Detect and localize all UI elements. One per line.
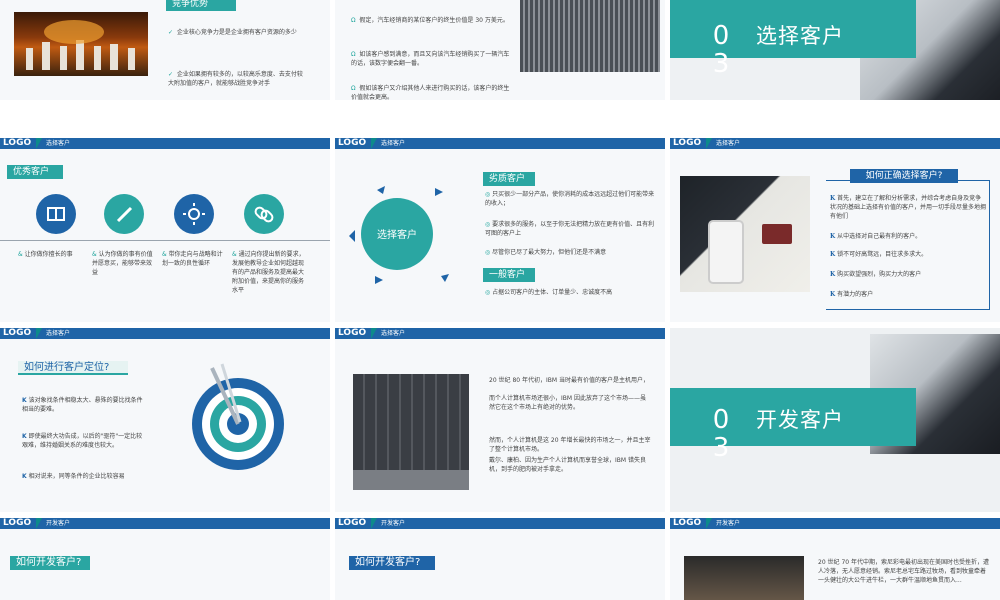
logo: LOGO bbox=[673, 518, 702, 528]
bar-accent bbox=[371, 138, 377, 149]
bar-accent bbox=[36, 328, 42, 339]
section-heading: 如何开发客户? bbox=[349, 556, 435, 570]
slide-thumb-1[interactable]: 竞争优势 ✓ 企业核心竞争力是是企业拥有客户资源的多少 ✓ 企业如果拥有较多的，… bbox=[0, 0, 330, 100]
target-icon bbox=[192, 363, 284, 470]
bullet-item: K 即使最终大功告成，以后的"驱符"一定比较艰难，维持婚姻关系的难度也较大。 bbox=[22, 433, 143, 449]
bullet-item: K 该对象找条件相稳太大、悬殊的要比找条件相当的要难。 bbox=[22, 397, 143, 413]
chess-image bbox=[14, 12, 148, 76]
slide-thumb-11[interactable]: LOGO 开发客户 如何开发客户? bbox=[335, 518, 665, 600]
bullet-item: ◎ 尽管你已尽了最大努力，但他们还是不满意 bbox=[485, 249, 607, 256]
book-icon bbox=[36, 194, 76, 234]
bullet-item: K 从中选择对自己最有利的客户。 bbox=[830, 233, 922, 240]
bar-accent bbox=[371, 328, 377, 339]
bullet-item: ◎ 只买很少一部分产品，使你消耗的成本远远超过他们可能带来的收入； bbox=[485, 191, 655, 207]
section-label: 开发客户 bbox=[46, 520, 71, 527]
timeline-line bbox=[0, 240, 330, 241]
header-bar: LOGO 选择客户 bbox=[0, 328, 330, 339]
paragraph: 戴尔、康柏、因为生产个人计算机而享誉全球，IBM 错失良机，到手的肥肉被对手拿走… bbox=[489, 457, 646, 473]
section-heading: 如何开发客户? bbox=[10, 556, 90, 570]
header-bar: LOGO 开发客户 bbox=[670, 518, 1000, 529]
slide-thumb-5[interactable]: LOGO 选择客户 选择客户 劣质客户 ◎ 只买很少一部分产品，使你消耗的成本远远… bbox=[335, 138, 665, 322]
logo: LOGO bbox=[338, 328, 367, 338]
section-heading: 竞争优势 bbox=[166, 0, 236, 11]
bullet-item: ◎ 要求很多的服务，以至于你无法把精力放在更有价值、且有利可图的客户上 bbox=[485, 221, 655, 237]
column-text-3: & 带你走向与战略和计划一致的良性循环 bbox=[162, 251, 223, 267]
bullet-item: ◎ 占据公司客户的主体、订单量少、忠诚度不高 bbox=[485, 289, 613, 296]
bar-accent bbox=[36, 518, 42, 529]
section-label: 选择客户 bbox=[381, 330, 406, 337]
paragraph: 然而，个人计算机是这 20 年增长最快的市场之一，并且主宰了整个计算机市场。 bbox=[489, 437, 651, 453]
bullet-item: K 首先，建立在了解和分析需求，并综合考虑自身及竞争状况的基础上选择有价值的客户… bbox=[830, 195, 987, 220]
card-icon bbox=[762, 224, 792, 244]
section-title: 选择客户 bbox=[756, 24, 844, 48]
header-bar: LOGO 选择客户 bbox=[670, 138, 1000, 149]
parking-lot-image bbox=[520, 0, 660, 72]
header-bar: LOGO 选择客户 bbox=[335, 138, 665, 149]
bullet-item: ✓ 企业如果拥有较多的，以较高乐意度、去支付较大附加值的客户，就能够战胜竞争对手 bbox=[168, 71, 303, 87]
bullet-item: K 购买欲望强烈，购买力大的客户 bbox=[830, 271, 922, 278]
bullet-item: Ω 假如该客户又介绍其他人来进行购买的话，该客户的终生价值就会更高。 bbox=[351, 85, 510, 100]
section-label: 选择客户 bbox=[381, 140, 406, 147]
normal-client-heading: 一般客户 bbox=[483, 268, 535, 282]
section-heading: 如何进行客户定位? bbox=[18, 361, 128, 375]
logo: LOGO bbox=[3, 328, 32, 338]
slide-thumb-4[interactable]: LOGO 选择客户 优秀客户 & 让你做你擅长的事 & 认为你做的事有价值并愿意买… bbox=[0, 138, 330, 322]
bullet-item: K 有潜力的客户 bbox=[830, 291, 874, 298]
slide-thumb-8[interactable]: LOGO 选择客户 20 世纪 80 年代初，IBM 当时最有价值的客户是主机用户… bbox=[335, 328, 665, 512]
section-label: 选择客户 bbox=[46, 140, 71, 147]
bullet-item: K 锁不可好高骛远，目往求多求大。 bbox=[830, 251, 928, 258]
slide-thumb-10[interactable]: LOGO 开发客户 如何开发客户? bbox=[0, 518, 330, 600]
chess-pieces-icon bbox=[26, 20, 135, 70]
header-bar: LOGO 选择客户 bbox=[0, 138, 330, 149]
column-text-4: & 通过向你提出新的要求，发展他教导企业如何超越现有的产品和服务及提高最大附加价… bbox=[232, 251, 305, 294]
bar-accent bbox=[706, 518, 712, 529]
column-text-1: & 让你做你擅长的事 bbox=[18, 251, 73, 258]
phone-photo bbox=[680, 176, 810, 292]
bullet-item: Ω 假定，汽车经销商的某位客户的终生价值是 30 万美元。 bbox=[351, 17, 509, 24]
slide-thumb-7[interactable]: LOGO 选择客户 如何进行客户定位? K 该对象找条件相稳太大、悬殊的要比找条件… bbox=[0, 328, 330, 512]
bullet-item: Ω 如该客户感到满意，而且又向该汽车经销购买了一辆汽车的话，该数字便会翻一番。 bbox=[351, 51, 510, 67]
paragraph: 而个人计算机市场还很小，IBM 因此放弃了这个市场——虽然它在这个市场上有绝对的… bbox=[489, 395, 646, 411]
section-number: 0 3 bbox=[712, 405, 730, 463]
section-title: 开发客户 bbox=[756, 408, 844, 432]
slide-thumb-6[interactable]: LOGO 选择客户 如何正确选择客户? K 首先，建立在了解和分析需求，并综合考虑… bbox=[670, 138, 1000, 322]
paragraph: 20 世纪 80 年代初，IBM 当时最有价值的客户是主机用户， bbox=[489, 377, 649, 384]
slide-thumb-2[interactable]: Ω 假定，汽车经销商的某位客户的终生价值是 30 万美元。 Ω 如该客户感到满意… bbox=[335, 0, 665, 100]
poor-client-heading: 劣质客户 bbox=[483, 172, 535, 186]
bar-accent bbox=[36, 138, 42, 149]
paragraph: 20 世纪 70 年代中期，索尼彩电最初出现在美国时也受挫折，遭人冷落，无人愿意… bbox=[818, 559, 989, 584]
section-label: 开发客户 bbox=[381, 520, 406, 527]
slide-thumb-9[interactable]: 0 3 开发客户 bbox=[670, 328, 1000, 512]
slide-thumb-12[interactable]: LOGO 开发客户 20 世纪 70 年代中期，索尼彩电最初出现在美国时也受挫折，… bbox=[670, 518, 1000, 600]
section-number: 0 3 bbox=[712, 21, 730, 79]
section-label: 选择客户 bbox=[716, 140, 741, 147]
pen-icon bbox=[104, 194, 144, 234]
sun-icon bbox=[174, 194, 214, 234]
logo: LOGO bbox=[3, 138, 32, 148]
bar-accent bbox=[706, 138, 712, 149]
section-heading: 如何正确选择客户? bbox=[850, 169, 958, 183]
logo: LOGO bbox=[338, 138, 367, 148]
bullet-item: K 相对说来，同等条件的企业比较容易 bbox=[22, 473, 125, 480]
header-bar: LOGO 开发客户 bbox=[335, 518, 665, 529]
phone-icon bbox=[708, 220, 744, 284]
pointer-triangles bbox=[349, 186, 449, 284]
column-text-2: & 认为你做的事有价值并愿意买，能够带来效益 bbox=[92, 251, 153, 276]
bar-accent bbox=[371, 518, 377, 529]
header-bar: LOGO 开发客户 bbox=[0, 518, 330, 529]
slide-thumb-3[interactable]: 0 3 选择客户 bbox=[670, 0, 1000, 100]
link-icon bbox=[244, 194, 284, 234]
logo: LOGO bbox=[3, 518, 32, 528]
bullet-item: ✓ 企业核心竞争力是是企业拥有客户资源的多少 bbox=[168, 29, 297, 36]
logo: LOGO bbox=[673, 138, 702, 148]
street-photo bbox=[684, 556, 804, 600]
server-room-photo bbox=[353, 374, 469, 490]
logo: LOGO bbox=[338, 518, 367, 528]
section-label: 选择客户 bbox=[46, 330, 71, 337]
subheading-chip: 优秀客户 bbox=[7, 165, 63, 179]
header-bar: LOGO 选择客户 bbox=[335, 328, 665, 339]
section-label: 开发客户 bbox=[716, 520, 741, 527]
